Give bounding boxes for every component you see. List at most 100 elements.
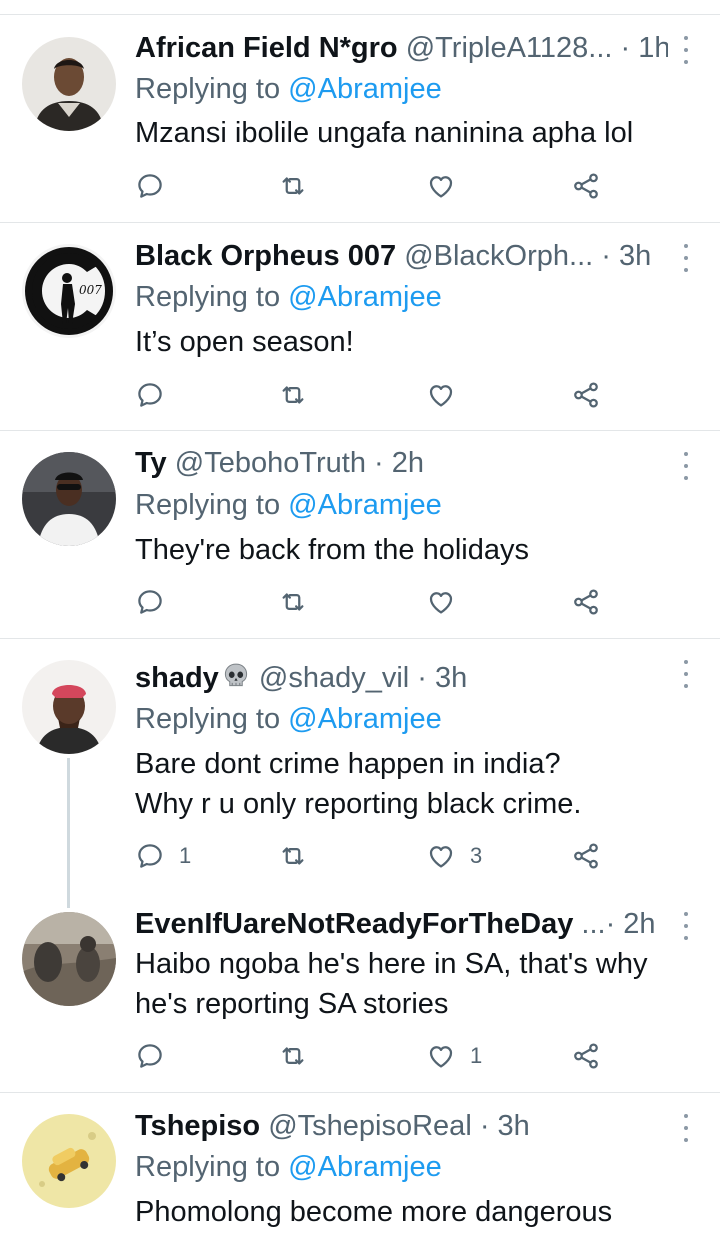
more-options-icon[interactable] [682, 912, 690, 940]
thread-connector-line [67, 758, 70, 908]
username[interactable]: @TshepisoReal [268, 1110, 472, 1142]
replying-to-label: Replying to [135, 1151, 289, 1183]
avatar[interactable] [22, 452, 116, 546]
more-options-icon[interactable] [682, 36, 690, 64]
retweet-button[interactable] [278, 1036, 322, 1076]
share-button[interactable] [571, 582, 601, 622]
mention-link[interactable]: @Abramjee [288, 73, 442, 105]
like-button[interactable]: 1 [426, 1036, 482, 1076]
heart-icon [426, 1041, 456, 1071]
reply-icon [135, 587, 165, 617]
like-count: 3 [470, 843, 483, 868]
replying-to: Replying to @Abramjee [135, 700, 442, 738]
timestamp[interactable]: · 3h [601, 240, 651, 272]
retweet-button[interactable] [278, 166, 322, 206]
tweet-actions [0, 166, 720, 206]
avatar[interactable] [22, 912, 116, 1006]
reply-icon [135, 1041, 165, 1071]
tweet-text: Phomolong become more dangerous [135, 1196, 613, 1228]
share-button[interactable] [571, 836, 601, 876]
heart-icon [426, 587, 456, 617]
tweet-header: Tshepiso @TshepisoReal · 3h [135, 1106, 668, 1146]
mention-link[interactable]: @Abramjee [288, 703, 442, 735]
tweet-header: EvenIfUareNotReadyForTheDay ...· 2h [135, 904, 668, 944]
retweet-icon [278, 171, 308, 201]
more-options-icon[interactable] [682, 244, 690, 272]
retweet-button[interactable] [278, 375, 322, 415]
like-button[interactable]: 3 [426, 836, 482, 876]
replying-to: Replying to @Abramjee [135, 278, 442, 316]
tweet-actions [0, 375, 720, 415]
retweet-icon [278, 1041, 308, 1071]
username[interactable]: @BlackOrph... [404, 240, 593, 272]
more-options-icon[interactable] [682, 1114, 690, 1142]
share-button[interactable] [571, 166, 601, 206]
divider [0, 430, 720, 431]
timestamp[interactable]: · 1h [621, 32, 668, 64]
username[interactable]: @shady_vil [259, 662, 409, 694]
share-icon [571, 171, 601, 201]
avatar[interactable] [22, 37, 116, 131]
top-divider [0, 14, 720, 15]
reply-icon [135, 171, 165, 201]
replying-to: Replying to @Abramjee [135, 1148, 442, 1186]
timestamp[interactable]: · 3h [480, 1110, 530, 1142]
skull-emoji-icon [221, 661, 251, 698]
mention-link[interactable]: @Abramjee [288, 281, 442, 313]
mention-link[interactable]: @Abramjee [288, 489, 442, 521]
display-name[interactable]: shady [135, 662, 219, 694]
replying-to: Replying to @Abramjee [135, 486, 442, 524]
reply-button[interactable] [135, 1036, 179, 1076]
display-name[interactable]: Black Orpheus 007 [135, 240, 396, 272]
svg-text:007: 007 [79, 283, 102, 297]
tweet-text-line: Why r u only reporting black crime. [135, 788, 582, 820]
reply-button[interactable] [135, 375, 179, 415]
replying-to-label: Replying to [135, 73, 289, 105]
retweet-button[interactable] [278, 836, 322, 876]
reply-button[interactable] [135, 582, 179, 622]
replying-to-label: Replying to [135, 281, 289, 313]
replying-to-label: Replying to [135, 703, 289, 735]
tweet-text-line: he's reporting SA stories [135, 988, 449, 1020]
tweet-header: shady @shady_vil · 3h [135, 658, 668, 698]
username[interactable]: @TebohoTruth [175, 447, 366, 479]
avatar[interactable]: 007 [22, 244, 116, 338]
tweet-header: African Field N*gro @TripleA1128... · 1h [135, 28, 668, 68]
display-name[interactable]: Tshepiso [135, 1110, 260, 1142]
timestamp[interactable]: · 2h [606, 908, 656, 940]
share-icon [571, 587, 601, 617]
share-button[interactable] [571, 375, 601, 415]
username[interactable]: @TripleA1128... [406, 32, 613, 64]
reply-button[interactable]: 1 [135, 836, 191, 876]
divider [0, 222, 720, 223]
retweet-button[interactable] [278, 582, 322, 622]
avatar[interactable] [22, 660, 116, 754]
timestamp[interactable]: · 3h [417, 662, 467, 694]
reply-button[interactable] [135, 166, 179, 206]
share-button[interactable] [571, 1036, 601, 1076]
display-name[interactable]: African Field N*gro [135, 32, 398, 64]
reply-icon [135, 841, 165, 871]
tweet-actions: 1 3 [0, 836, 720, 876]
share-icon [571, 1041, 601, 1071]
avatar[interactable] [22, 1114, 116, 1208]
tweet-actions: 1 [0, 1036, 720, 1076]
share-icon [571, 841, 601, 871]
more-options-icon[interactable] [682, 452, 690, 480]
like-button[interactable] [426, 166, 470, 206]
username[interactable]: ... [581, 908, 605, 940]
mention-link[interactable]: @Abramjee [288, 1151, 442, 1183]
tweet-text: Bare dont crime happen in india? Why r u… [135, 744, 690, 824]
tweet-header: Ty @TebohoTruth · 2h [135, 443, 668, 483]
more-options-icon[interactable] [682, 660, 690, 688]
tweet-actions [0, 582, 720, 622]
like-button[interactable] [426, 375, 470, 415]
timestamp[interactable]: · 2h [374, 447, 424, 479]
divider [0, 638, 720, 639]
tweet-text-line: Haibo ngoba he's here in SA, that's why [135, 948, 648, 980]
retweet-icon [278, 841, 308, 871]
like-button[interactable] [426, 582, 470, 622]
heart-icon [426, 171, 456, 201]
display-name[interactable]: Ty [135, 447, 167, 479]
display-name[interactable]: EvenIfUareNotReadyForTheDay [135, 908, 573, 940]
